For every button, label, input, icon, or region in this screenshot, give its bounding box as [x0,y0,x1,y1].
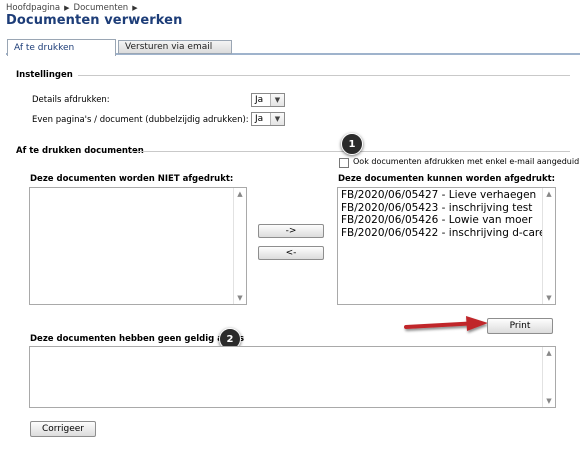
move-left-button[interactable]: <- [258,246,324,260]
step-badge-1: 1 [341,133,363,155]
even-pages-select-value: Ja [255,114,264,124]
correct-button[interactable]: Corrigeer [30,421,96,437]
not-printed-title: Deze documenten worden NIET afgedrukt: [30,174,234,184]
breadcrumb-item-documenten[interactable]: Documenten [74,3,129,13]
not-printed-listbox[interactable]: ▲ ▼ [29,187,247,305]
even-pages-select[interactable]: Ja ▼ [251,112,285,126]
section-title-af-te-drukken: Af te drukken documenten [16,146,144,156]
section-title-instellingen: Instellingen [16,70,73,80]
scroll-down-icon[interactable]: ▼ [543,292,555,304]
list-item[interactable]: FB/2020/06/05427 - Lieve verhaegen [338,189,555,202]
scrollbar[interactable]: ▲ ▼ [233,188,246,304]
scroll-up-icon[interactable]: ▲ [234,188,246,200]
breadcrumb-item-hoofdpagina[interactable]: Hoofdpagina [6,3,60,13]
breadcrumb: Hoofdpagina ▶ Documenten ▶ [6,3,138,13]
page-title: Documenten verwerken [6,13,183,28]
even-pages-label: Even pagina's / document (dubbelzijdig a… [32,115,249,125]
scroll-down-icon[interactable]: ▼ [543,395,555,407]
triangle-right-icon: ▶ [64,4,70,12]
tab-versturen-via-email[interactable]: Versturen via email [118,40,232,54]
details-label: Details afdrukken: [32,95,110,105]
chevron-down-icon[interactable]: ▼ [270,94,284,106]
red-arrow-annotation [404,316,488,331]
move-right-button[interactable]: -> [258,224,324,238]
scroll-up-icon[interactable]: ▲ [543,188,555,200]
triangle-right-icon: ▶ [132,4,138,12]
tab-af-te-drukken[interactable]: Af te drukken [7,39,116,56]
divider [78,75,570,76]
invalid-address-listbox[interactable]: ▲ ▼ [29,346,556,408]
details-select-value: Ja [255,95,264,105]
chevron-down-icon[interactable]: ▼ [270,113,284,125]
printable-title: Deze documenten kunnen worden afgedrukt: [338,174,556,184]
print-button[interactable]: Print [487,318,553,334]
email-only-checkbox-label[interactable]: Ook documenten afdrukken met enkel e-mai… [353,157,579,166]
scroll-down-icon[interactable]: ▼ [234,292,246,304]
details-select[interactable]: Ja ▼ [251,93,285,107]
list-item[interactable]: FB/2020/06/05422 - inschrijving d-care [338,227,555,240]
scrollbar[interactable]: ▲ ▼ [542,347,555,407]
email-only-checkbox[interactable] [339,158,349,168]
list-item[interactable]: FB/2020/06/05423 - inschrijving test [338,202,555,215]
invalid-address-title: Deze documenten hebben geen geldig adres [30,334,245,344]
scroll-up-icon[interactable]: ▲ [543,347,555,359]
printable-listbox[interactable]: FB/2020/06/05427 - Lieve verhaegen FB/20… [337,187,556,305]
list-item[interactable]: FB/2020/06/05426 - Lowie van moer [338,214,555,227]
scrollbar[interactable]: ▲ ▼ [542,188,555,304]
